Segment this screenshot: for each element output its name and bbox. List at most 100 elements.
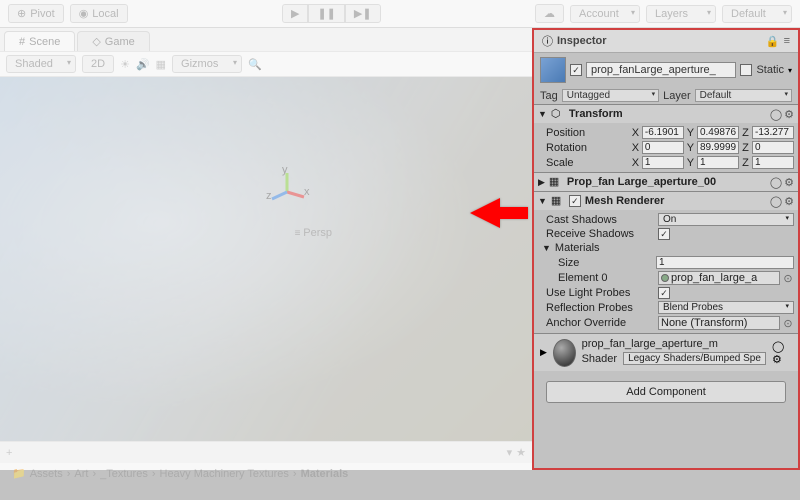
enabled-checkbox[interactable]: ✓ [569, 195, 581, 207]
svg-text:y: y [282, 167, 288, 176]
scene-panel: # Scene ◇ Game Shaded 2D ☀ 🔊 ▦ Gizmos 🔍 … [0, 28, 532, 470]
foldout-icon[interactable]: ▶ [540, 347, 547, 358]
help-icon[interactable]: ◯ [770, 195, 782, 208]
rotation-z[interactable] [752, 141, 794, 154]
component-title: Mesh Renderer [585, 195, 766, 207]
local-button[interactable]: ◉ Local [70, 4, 128, 23]
layers-dropdown[interactable]: Layers [646, 5, 716, 23]
top-toolbar: ⊕ Pivot ◉ Local ▶ ❚❚ ▶❚ ☁ Account Layers… [0, 0, 800, 28]
breadcrumb: 📁 Assets › Art › _Textures › Heavy Machi… [0, 463, 532, 484]
breadcrumb-item[interactable]: Heavy Machinery Textures [160, 468, 289, 480]
element0-field[interactable]: prop_fan_large_a [658, 271, 780, 285]
light-probes-label: Use Light Probes [538, 287, 656, 299]
breadcrumb-item[interactable]: Art [74, 468, 88, 480]
gear-icon[interactable]: ⚙ [784, 108, 794, 121]
active-checkbox[interactable]: ✓ [570, 64, 582, 76]
account-dropdown[interactable]: Account [570, 5, 640, 23]
mesh-filter-component: ▶ ▦ Prop_fan Large_aperture_00 ◯ ⚙ [534, 172, 798, 191]
shader-dropdown[interactable]: Legacy Shaders/Bumped Spe [623, 352, 766, 365]
receive-shadows-label: Receive Shadows [538, 228, 656, 240]
2d-toggle[interactable]: 2D [82, 55, 114, 73]
static-checkbox[interactable] [740, 64, 752, 76]
fx-icon[interactable]: ▦ [156, 58, 166, 71]
foldout-icon[interactable]: ▼ [538, 196, 547, 206]
scale-z[interactable] [752, 156, 794, 169]
reflection-probes-label: Reflection Probes [538, 302, 656, 314]
gear-icon[interactable]: ⚙ [772, 354, 782, 366]
help-icon[interactable]: ◯ [770, 176, 782, 189]
static-dropdown-icon[interactable]: ▾ [788, 66, 792, 75]
cast-shadows-dropdown[interactable]: On [658, 213, 794, 226]
transform-icon: ⬡ [551, 107, 565, 121]
position-label: Position [538, 127, 629, 139]
rotation-label: Rotation [538, 142, 629, 154]
foldout-icon[interactable]: ▼ [538, 109, 547, 119]
position-y[interactable] [697, 126, 739, 139]
breadcrumb-item[interactable]: Materials [301, 468, 349, 480]
gear-icon[interactable]: ⚙ [784, 176, 794, 189]
shader-label: Shader [582, 353, 617, 365]
light-probes-checkbox[interactable]: ✓ [658, 287, 670, 299]
position-x[interactable] [642, 126, 684, 139]
project-toolbar: + ▾ ★ [0, 441, 532, 463]
rotation-y[interactable] [697, 141, 739, 154]
foldout-icon[interactable]: ▶ [538, 177, 545, 188]
layout-dropdown[interactable]: Default [722, 5, 792, 23]
game-tab[interactable]: ◇ Game [77, 31, 149, 51]
help-icon[interactable]: ◯ [770, 108, 782, 121]
breadcrumb-item[interactable]: _Textures [100, 468, 148, 480]
static-label: Static [756, 64, 784, 76]
pause-button[interactable]: ❚❚ [308, 4, 344, 23]
star-icon[interactable]: ★ [516, 446, 526, 459]
material-name: prop_fan_large_aperture_m [582, 338, 766, 350]
help-icon[interactable]: ◯ [772, 341, 784, 353]
add-component-button[interactable]: Add Component [546, 381, 786, 403]
gameobject-icon [540, 57, 566, 83]
object-name-field[interactable]: prop_fanLarge_aperture_ [586, 62, 736, 78]
breadcrumb-item[interactable]: Assets [30, 468, 63, 480]
create-icon[interactable]: + [6, 447, 12, 459]
light-icon[interactable]: ☀ [120, 58, 130, 71]
object-picker-icon[interactable]: ⊙ [782, 317, 794, 330]
lock-icon[interactable]: 🔒 [766, 35, 780, 48]
pivot-button[interactable]: ⊕ Pivot [8, 4, 64, 23]
scale-y[interactable] [697, 156, 739, 169]
scene-viewport[interactable]: yxz ≡ Persp [0, 77, 532, 441]
step-button[interactable]: ▶❚ [345, 4, 381, 23]
object-picker-icon[interactable]: ⊙ [782, 272, 794, 285]
materials-label: Materials [555, 242, 600, 254]
object-header: ✓ prop_fanLarge_aperture_ Static ▾ [534, 53, 798, 87]
mesh-renderer-component: ▼ ▦ ✓ Mesh Renderer ◯ ⚙ Cast ShadowsOn R… [534, 191, 798, 333]
layer-dropdown[interactable]: Default [695, 89, 792, 102]
transform-component: ▼ ⬡ Transform ◯ ⚙ PositionXYZ RotationXY… [534, 104, 798, 172]
rotation-x[interactable] [642, 141, 684, 154]
callout-arrow [470, 195, 530, 234]
materials-size[interactable] [656, 256, 794, 269]
cloud-button[interactable]: ☁ [535, 4, 564, 23]
anchor-override-field[interactable]: None (Transform) [658, 316, 780, 330]
search-icon[interactable]: 🔍 [248, 58, 262, 71]
reflection-probes-dropdown[interactable]: Blend Probes [658, 301, 794, 314]
audio-icon[interactable]: 🔊 [136, 58, 150, 71]
material-preview: ▶ prop_fan_large_aperture_m Shader Legacy… [534, 333, 798, 371]
position-z[interactable] [752, 126, 794, 139]
anchor-override-label: Anchor Override [538, 317, 656, 329]
shaded-dropdown[interactable]: Shaded [6, 55, 76, 73]
play-button[interactable]: ▶ [282, 4, 308, 23]
layer-label: Layer [663, 90, 691, 102]
scale-x[interactable] [642, 156, 684, 169]
filter-icon[interactable]: ▾ [507, 446, 513, 459]
orientation-gizmo[interactable]: yxz [262, 167, 312, 220]
svg-text:z: z [266, 190, 272, 202]
scene-tab[interactable]: # Scene [4, 31, 75, 51]
gizmos-dropdown[interactable]: Gizmos [172, 55, 242, 73]
inspector-tab[interactable]: ⓘ Inspector 🔒 ≡ [534, 30, 798, 53]
foldout-icon[interactable]: ▼ [542, 243, 551, 253]
material-sphere-icon [553, 339, 576, 367]
receive-shadows-checkbox[interactable]: ✓ [658, 228, 670, 240]
tag-dropdown[interactable]: Untagged [562, 89, 659, 102]
gear-icon[interactable]: ⚙ [784, 195, 794, 208]
mesh-icon: ▦ [549, 175, 563, 189]
menu-icon[interactable]: ≡ [784, 35, 790, 48]
inspector-panel: ⓘ Inspector 🔒 ≡ ✓ prop_fanLarge_aperture… [532, 28, 800, 470]
